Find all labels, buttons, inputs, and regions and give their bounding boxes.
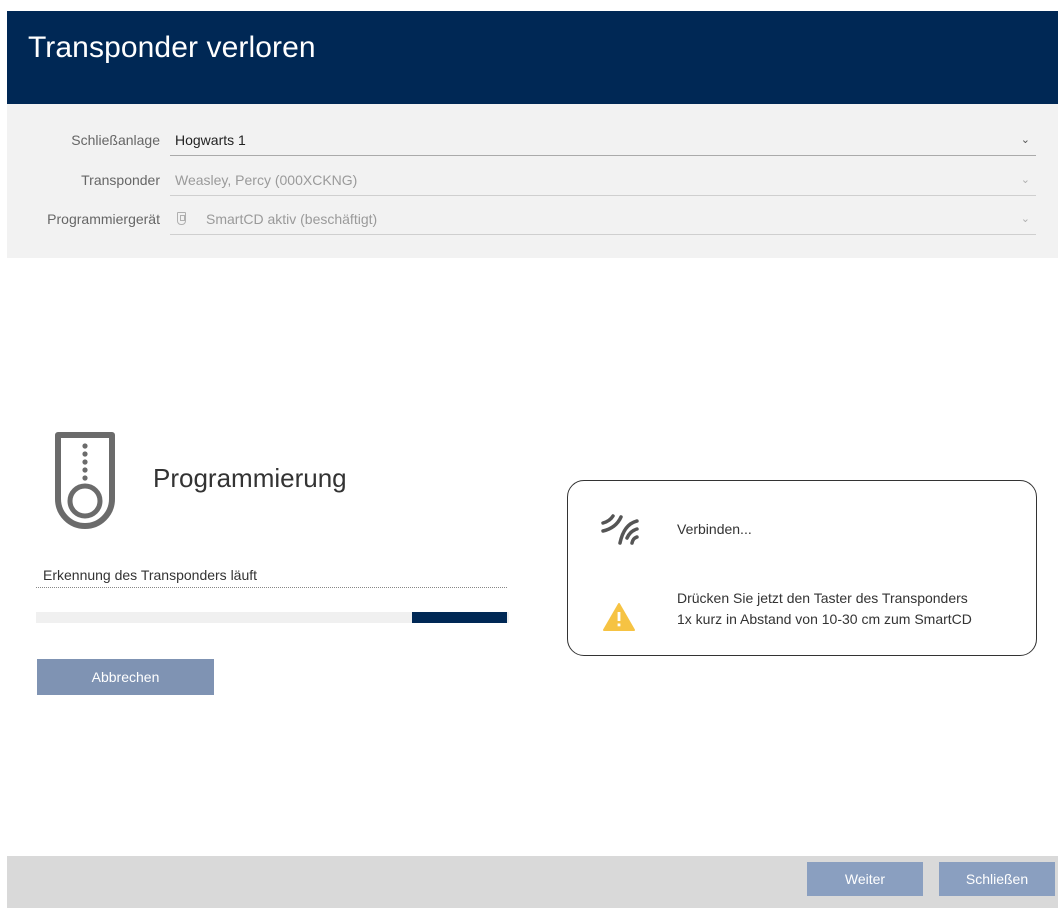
wireless-icon xyxy=(601,514,639,545)
row-programmer: Programmiergerät SmartCD aktiv (beschäft… xyxy=(7,205,1058,235)
chevron-down-icon: ⌄ xyxy=(1020,134,1030,146)
programming-panel: Programmierung Erkennung des Transponder… xyxy=(7,258,1058,856)
cancel-button[interactable]: Abbrechen xyxy=(37,659,214,695)
programming-title: Programmierung xyxy=(153,463,347,493)
transponder-icon xyxy=(55,432,115,529)
system-select[interactable]: Hogwarts 1 ⌄ xyxy=(170,126,1036,156)
selection-form: Schließanlage Hogwarts 1 ⌄ Transponder W… xyxy=(7,104,1058,258)
progress-bar xyxy=(36,612,509,623)
programmer-label: Programmiergerät xyxy=(47,211,160,227)
transponder-select: Weasley, Percy (000XCKNG) ⌄ xyxy=(170,166,1036,196)
instruction-box: Verbinden... Drücken Sie jetzt den Taste… xyxy=(567,480,1037,656)
system-label: Schließanlage xyxy=(71,132,160,148)
warning-icon xyxy=(603,603,635,631)
title-bar: Transponder verloren xyxy=(7,11,1058,104)
row-system: Schließanlage Hogwarts 1 ⌄ xyxy=(7,126,1058,156)
close-button[interactable]: Schließen xyxy=(939,862,1055,896)
row-transponder: Transponder Weasley, Percy (000XCKNG) ⌄ xyxy=(7,166,1058,196)
instruction-line-2: 1x kurz in Abstand von 10-30 cm zum Smar… xyxy=(677,611,972,627)
programmer-value: SmartCD aktiv (beschäftigt) xyxy=(206,211,378,227)
system-value: Hogwarts 1 xyxy=(175,132,246,148)
connect-text: Verbinden... xyxy=(677,521,752,537)
transponder-value: Weasley, Percy (000XCKNG) xyxy=(175,172,358,188)
chevron-down-icon: ⌄ xyxy=(1020,213,1030,225)
dialog-window: Transponder verloren Schließanlage Hogwa… xyxy=(7,11,1058,908)
next-button[interactable]: Weiter xyxy=(807,862,923,896)
progress-indicator xyxy=(412,612,507,623)
programmer-select: SmartCD aktiv (beschäftigt) ⌄ xyxy=(170,205,1036,235)
dialog-title: Transponder verloren xyxy=(28,31,316,64)
footer-bar: Weiter Schließen xyxy=(7,856,1058,908)
status-text: Erkennung des Transponders läuft xyxy=(43,567,258,583)
instruction-text: Drücken Sie jetzt den Taster des Transpo… xyxy=(677,588,972,630)
chevron-down-icon: ⌄ xyxy=(1020,174,1030,186)
programmer-device-icon xyxy=(177,212,186,225)
instruction-line-1: Drücken Sie jetzt den Taster des Transpo… xyxy=(677,590,968,606)
transponder-label: Transponder xyxy=(81,172,160,188)
status-divider xyxy=(36,587,507,588)
